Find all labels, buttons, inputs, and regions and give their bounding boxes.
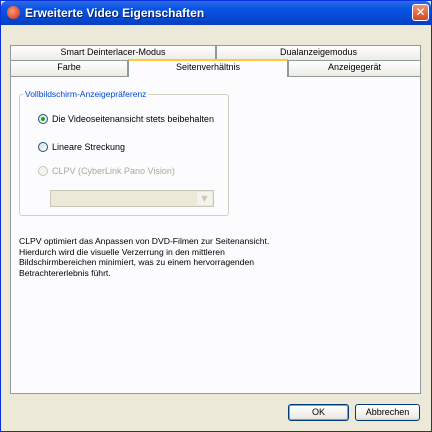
cyberlink-app-icon (7, 6, 20, 19)
group-legend: Vollbildschirm-Anzeigepräferenz (23, 89, 149, 99)
close-icon: ✕ (415, 5, 426, 19)
tab-dualanzeigemodus[interactable]: Dualanzeigemodus (216, 45, 421, 60)
tab-farbe[interactable]: Farbe (10, 60, 128, 76)
radio-label: Lineare Streckung (52, 142, 126, 152)
radio-button-checked[interactable] (38, 114, 48, 124)
tab-label: Smart Deinterlacer-Modus (60, 47, 166, 57)
tab-label: Dualanzeigemodus (279, 47, 358, 57)
tab-anzeigegeraet[interactable]: Anzeigegerät (288, 60, 421, 76)
ok-button[interactable]: OK (288, 404, 349, 421)
title-bar[interactable]: Erweiterte Video Eigenschaften ✕ (1, 1, 431, 25)
tab-label: Anzeigegerät (327, 62, 382, 72)
tab-label: Seitenverhältnis (175, 62, 241, 72)
clpv-description: CLPV optimiert das Anpassen von DVD-Film… (19, 236, 329, 278)
radio-button[interactable] (38, 142, 48, 152)
radio-label: CLPV (CyberLink Pano Vision) (52, 166, 175, 176)
clpv-mode-select: ▼ (50, 190, 214, 207)
cancel-button[interactable]: Abbrechen (355, 404, 420, 421)
window-title: Erweiterte Video Eigenschaften (25, 6, 205, 20)
tab-label: Farbe (57, 62, 81, 72)
description-line: CLPV optimiert das Anpassen von DVD-Film… (19, 236, 270, 246)
radio-button-disabled (38, 166, 48, 176)
description-line: Betrachtererlebnis führt. (19, 267, 111, 278)
close-button[interactable]: ✕ (412, 4, 429, 21)
chevron-down-icon: ▼ (197, 192, 212, 205)
tab-seitenverhaeltnis[interactable]: Seitenverhältnis (128, 59, 288, 77)
radio-label: Die Videoseitenansicht stets beibehalten (52, 114, 214, 124)
description-line: Bildschirmbereichen minimiert, was zu ei… (19, 257, 254, 267)
tab-smart-deinterlacer[interactable]: Smart Deinterlacer-Modus (10, 45, 216, 60)
description-line: Hierdurch wird die visuelle Verzerrung i… (19, 246, 225, 257)
